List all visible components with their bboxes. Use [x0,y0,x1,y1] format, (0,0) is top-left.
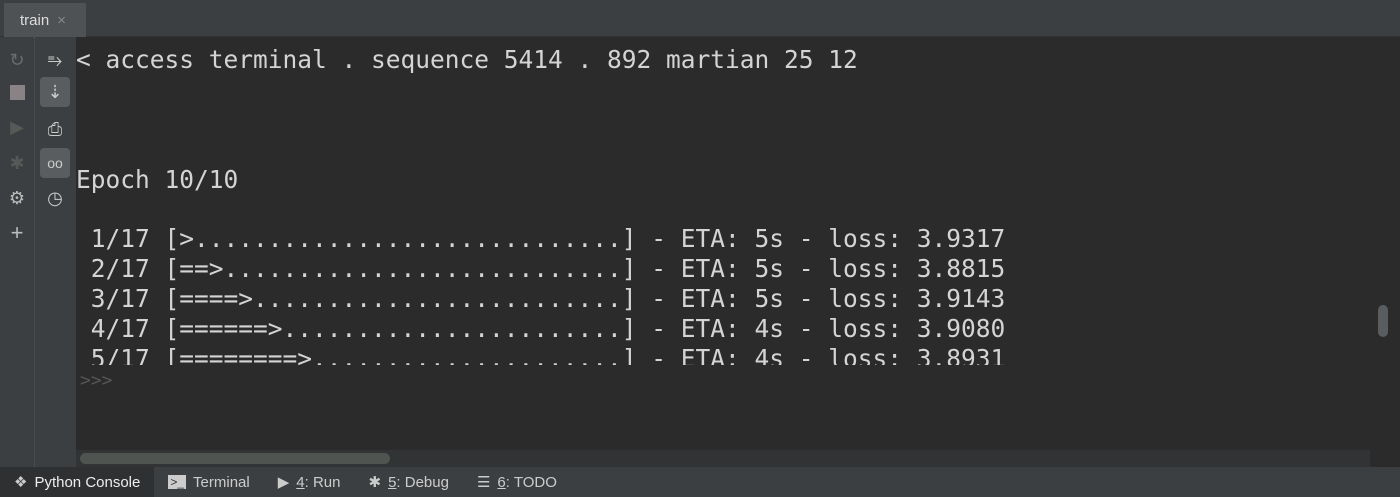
console-output[interactable]: < access terminal . sequence 5414 . 892 … [76,37,1370,365]
terminal-tab[interactable]: >_ Terminal [154,467,263,497]
run-label: : Run [304,473,341,491]
bug-icon: ✱ [368,474,382,491]
console-line: 1/17 [>.............................] - … [76,224,1006,253]
tool-window-bar: ❖ Python Console >_ Terminal ▶ 4: Run ✱ 5: D… [0,467,1400,497]
show-variables-icon[interactable]: oo [40,148,70,178]
run-number: 4 [296,473,305,491]
soft-wrap-icon[interactable]: ⥱ [40,45,70,75]
console-line: 2/17 [==>...........................] - … [76,254,1006,283]
console-line: 4/17 [======>.......................] - … [76,314,1006,343]
python-console-label: Python Console [34,473,141,491]
console-line: Epoch 10/10 [76,165,239,194]
close-icon[interactable]: × [57,12,66,29]
terminal-label: Terminal [193,473,250,491]
vertical-scroll-thumb[interactable] [1378,305,1388,337]
python-icon: ❖ [14,474,28,491]
list-icon: ☰ [476,474,491,491]
debug-label: : Debug [396,473,449,491]
settings-icon[interactable]: ⚙ [2,183,32,213]
rerun-icon[interactable]: ↻ [2,45,32,75]
python-console-tab[interactable]: ❖ Python Console [0,467,155,497]
console-toolbar: ⥱ ⇣ ⎙ oo ◷ [35,37,76,467]
todo-number: 6 [497,473,506,491]
tab-train[interactable]: train × [4,3,86,37]
stop-icon[interactable] [2,77,32,107]
run-toolbar: ↻ ▶ ✱ ⚙ + [0,37,35,467]
horizontal-scrollbar[interactable] [76,450,1370,467]
console-line: 3/17 [====>.........................] - … [76,284,1006,313]
run-tab[interactable]: ▶ 4: Run [264,467,355,497]
console-prompt[interactable]: >>> [80,370,113,391]
run-icon: ▶ [277,474,290,491]
todo-label: : TODO [505,473,557,491]
terminal-icon: >_ [168,475,187,489]
run-icon[interactable]: ▶ [2,112,32,142]
console-line: 5/17 [========>.....................] - … [76,344,1006,365]
todo-tab[interactable]: ☰ 6: TODO [463,467,571,497]
console-line: < access terminal . sequence 5414 . 892 … [76,45,858,74]
history-icon[interactable]: ◷ [40,183,70,213]
tab-label: train [20,11,50,29]
vertical-scrollbar[interactable] [1370,37,1400,467]
add-icon[interactable]: + [2,218,32,248]
scroll-to-end-icon[interactable]: ⇣ [40,77,70,107]
horizontal-scroll-thumb[interactable] [80,453,390,464]
debug-icon[interactable]: ✱ [2,148,32,178]
tab-bar: train × [0,0,1400,37]
print-icon[interactable]: ⎙ [40,114,70,144]
debug-tab[interactable]: ✱ 5: Debug [354,467,462,497]
